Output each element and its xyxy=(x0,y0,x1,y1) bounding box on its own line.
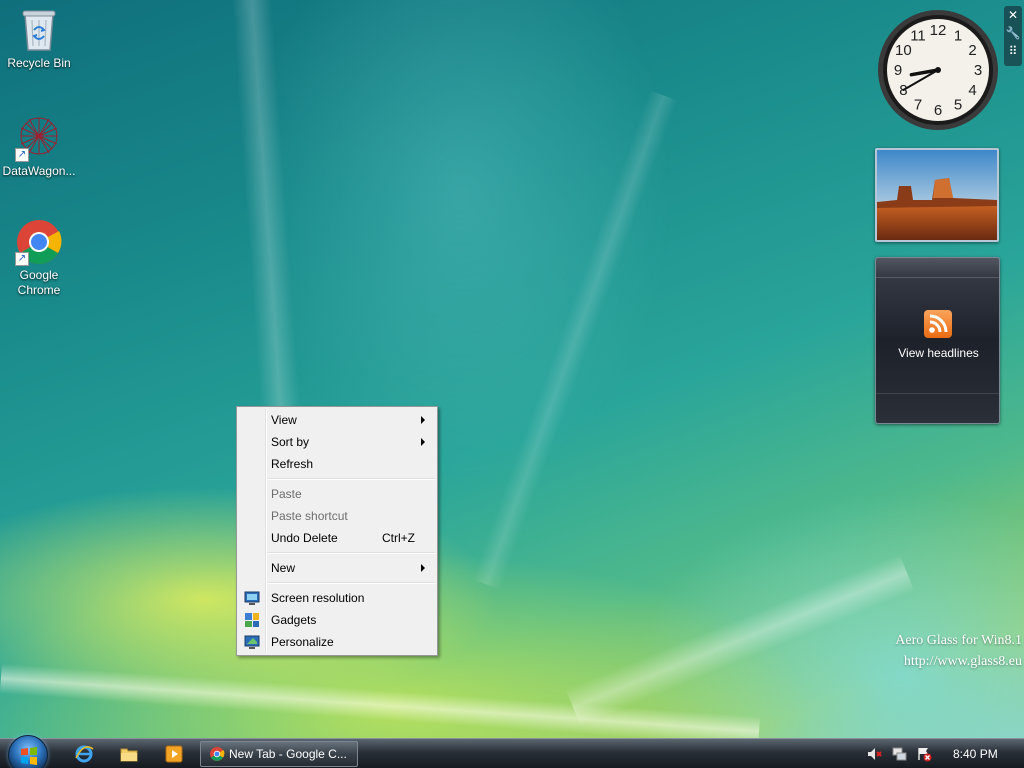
menu-separator xyxy=(267,582,435,584)
clock-numeral: 5 xyxy=(954,97,962,114)
recycle-bin-icon xyxy=(15,6,63,54)
shortcut-arrow-icon: ↗ xyxy=(15,252,29,266)
feed-headlines-gadget[interactable]: View headlines xyxy=(875,257,1000,424)
menu-item-undo-delete[interactable]: Undo Delete Ctrl+Z xyxy=(239,527,435,549)
menu-item-view[interactable]: View xyxy=(239,409,435,431)
grip-icon[interactable]: ⠿ xyxy=(1004,42,1022,60)
internet-explorer-icon[interactable] xyxy=(74,744,94,764)
desktop-icon-label: Google Chrome xyxy=(17,268,61,297)
clock-numeral: 4 xyxy=(968,82,976,99)
datawagon-icon: ↗ xyxy=(15,114,63,162)
aero-glass-watermark: Aero Glass for Win8.1 http://www.glass8.… xyxy=(895,633,1022,669)
chrome-icon: ↗ xyxy=(15,218,63,266)
network-icon[interactable] xyxy=(891,746,907,762)
menu-item-paste-shortcut: Paste shortcut xyxy=(271,509,348,523)
shortcut-text: Ctrl+Z xyxy=(382,531,415,545)
desktop-icon-datawagon[interactable]: ↗ DataWagon... xyxy=(0,114,78,179)
close-icon[interactable]: ✕ xyxy=(1004,6,1022,24)
submenu-arrow-icon xyxy=(421,438,425,446)
desktop-icon-label: DataWagon... xyxy=(2,164,76,178)
menu-item-new[interactable]: New xyxy=(239,557,435,579)
gadget-controls: ✕ 🔧 ⠿ xyxy=(1004,6,1022,66)
taskbar-button-chrome[interactable]: New Tab - Google C... xyxy=(200,741,358,767)
menu-item-sort-by[interactable]: Sort by xyxy=(239,431,435,453)
clock-numeral: 9 xyxy=(894,62,902,79)
desktop-icon-label: Recycle Bin xyxy=(7,56,71,70)
clock-gadget[interactable]: 121234567891011 xyxy=(876,8,1000,132)
media-player-icon[interactable] xyxy=(164,744,184,764)
clock-numeral: 1 xyxy=(954,27,962,44)
desktop-context-menu: View Sort by Refresh Paste Paste shortcu… xyxy=(236,406,438,656)
rss-icon xyxy=(924,310,952,338)
shortcut-arrow-icon: ↗ xyxy=(15,148,29,162)
menu-item-refresh[interactable]: Refresh xyxy=(239,453,435,475)
menu-item-screen-resolution[interactable]: Screen resolution xyxy=(239,587,435,609)
windows-logo-icon xyxy=(21,747,37,765)
menu-item-paste: Paste xyxy=(271,487,302,501)
taskbar: New Tab - Google C... 8:40 PM xyxy=(0,735,1024,768)
taskbar-clock[interactable]: 8:40 PM xyxy=(953,739,998,768)
desktop-icon-google-chrome[interactable]: ↗ Google Chrome xyxy=(0,218,78,298)
menu-separator xyxy=(267,478,435,480)
clock-numeral: 10 xyxy=(895,42,912,59)
menu-item-gadgets[interactable]: Gadgets xyxy=(239,609,435,631)
submenu-arrow-icon xyxy=(421,564,425,572)
menu-separator xyxy=(267,552,435,554)
desert-landscape-image xyxy=(877,150,997,240)
clock-numeral: 3 xyxy=(974,62,982,79)
monitor-icon xyxy=(244,590,260,606)
file-explorer-icon[interactable] xyxy=(119,744,139,764)
wrench-icon[interactable]: 🔧 xyxy=(1004,24,1022,42)
clock-numeral: 7 xyxy=(914,97,922,114)
view-headlines-link[interactable]: View headlines xyxy=(876,346,1001,360)
clock-numeral: 2 xyxy=(968,42,976,59)
chrome-icon xyxy=(209,746,225,768)
desktop-icon-recycle-bin[interactable]: Recycle Bin xyxy=(0,6,78,71)
action-center-icon[interactable] xyxy=(916,746,932,762)
wallpaper-streak xyxy=(471,90,679,590)
slideshow-gadget[interactable] xyxy=(875,148,999,242)
volume-muted-icon[interactable] xyxy=(866,746,882,762)
submenu-arrow-icon xyxy=(421,416,425,424)
clock-numeral: 12 xyxy=(930,22,947,39)
gadgets-icon xyxy=(244,612,260,628)
start-button[interactable] xyxy=(8,735,48,768)
personalize-icon xyxy=(244,634,260,650)
menu-item-personalize[interactable]: Personalize xyxy=(239,631,435,653)
clock-numeral: 11 xyxy=(910,27,926,44)
wallpaper-streak xyxy=(0,663,761,747)
clock-numeral: 6 xyxy=(934,102,942,119)
